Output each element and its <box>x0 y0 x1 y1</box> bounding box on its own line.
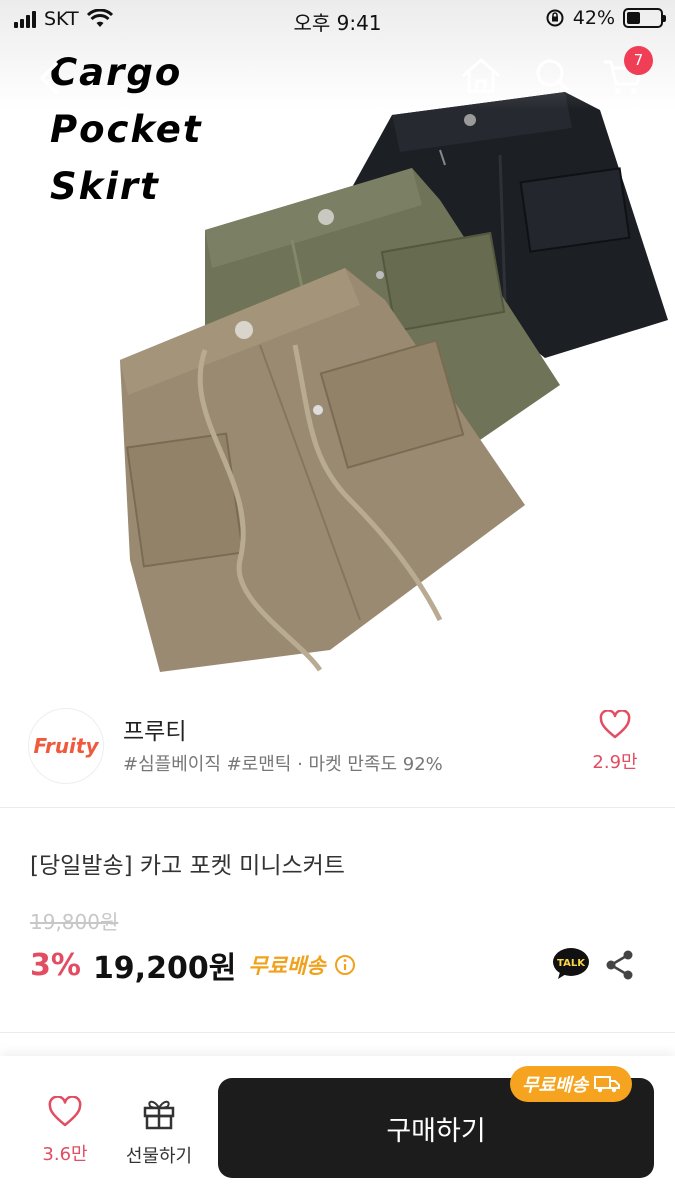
overlay-line: Skirt <box>50 165 160 208</box>
seller-like-button[interactable]: 2.9만 <box>585 709 645 774</box>
free-shipping-badge: 무료배송 <box>510 1066 633 1102</box>
product-image[interactable]: Cargo Pocket Skirt <box>0 0 675 690</box>
overlay-line: Pocket <box>50 108 203 151</box>
search-icon[interactable] <box>531 54 575 98</box>
heart-icon <box>599 709 631 739</box>
overlay-line: Cargo <box>50 51 183 94</box>
sale-price: 19,200원 <box>92 951 237 986</box>
battery-icon <box>623 8 666 28</box>
seller-name[interactable]: 프루티 <box>123 712 186 746</box>
battery-percent: 42% <box>572 7 615 29</box>
free-shipping-badge-label: 무료배송 <box>522 1075 589 1096</box>
rotation-lock-icon <box>546 9 564 27</box>
seller-row[interactable]: Fruity 프루티 #심플베이직 #로맨틱 · 마켓 만족도 92% 2.9만 <box>0 690 675 808</box>
gift-label: 선물하기 <box>125 1146 193 1167</box>
back-arrow-icon[interactable] <box>32 58 68 98</box>
original-price: 19,800원 <box>30 910 119 934</box>
seller-logo[interactable]: Fruity <box>28 708 104 784</box>
buy-button-label: 구매하기 <box>386 1115 486 1147</box>
status-bar: SKT 오후 9:41 42% <box>0 0 675 38</box>
overlay-title: Cargo Pocket Skirt <box>50 44 203 215</box>
seller-like-count: 2.9만 <box>592 752 638 773</box>
talk-label: TALK <box>557 958 586 969</box>
product-title: [당일발송] 카고 포켓 미니스커트 <box>30 853 345 879</box>
section-divider <box>0 1032 675 1033</box>
free-shipping-label: 무료배송 <box>248 954 326 978</box>
gift-button[interactable]: 선물하기 <box>116 1096 202 1168</box>
cart-count-badge: 7 <box>624 46 653 75</box>
seller-meta: #심플베이직 #로맨틱 · 마켓 만족도 92% <box>123 754 443 775</box>
home-icon[interactable] <box>459 54 503 98</box>
bottom-bar: 3.6만 선물하기 구매하기 무료배송 <box>0 1056 675 1200</box>
discount-rate: 3% <box>30 947 81 983</box>
gift-icon <box>143 1100 175 1130</box>
delivery-truck-icon <box>594 1076 621 1093</box>
share-icon[interactable] <box>604 948 636 982</box>
heart-icon <box>48 1095 82 1127</box>
info-icon[interactable] <box>334 954 356 976</box>
kakao-talk-icon[interactable]: TALK <box>552 947 590 981</box>
price-row: 3% 19,200원 무료배송 <box>30 944 356 986</box>
like-button[interactable]: 3.6만 <box>30 1095 100 1166</box>
status-right: 42% <box>545 7 666 29</box>
seller-logo-text: Fruity <box>33 734 99 758</box>
like-count: 3.6만 <box>42 1144 88 1165</box>
